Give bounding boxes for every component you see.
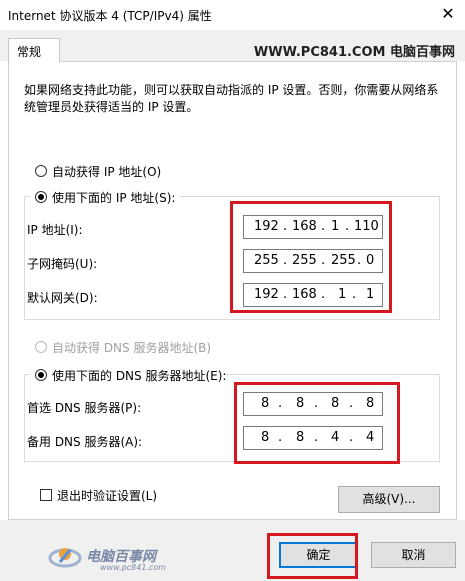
close-icon[interactable]: ✕: [438, 4, 458, 24]
default-gateway-label: 默认网关(D):: [27, 291, 98, 305]
subnet-mask-label: 子网掩码(U):: [27, 257, 98, 271]
auto-ip-label: 自动获得 IP 地址(O): [52, 165, 162, 179]
alternate-dns-label: 备用 DNS 服务器(A):: [27, 435, 143, 449]
auto-dns-radio[interactable]: [35, 341, 47, 353]
window-title: Internet 协议版本 4 (TCP/IPv4) 属性: [8, 9, 212, 23]
watermark-text: WWW.PC841.COM 电脑百事网: [253, 45, 455, 60]
manual-ip-radio[interactable]: [35, 191, 47, 203]
auto-dns-label: 自动获得 DNS 服务器地址(B): [52, 341, 212, 355]
ip-address-label: IP 地址(I):: [27, 223, 83, 237]
tab-general[interactable]: 常规: [8, 38, 60, 62]
manual-ip-label: 使用下面的 IP 地址(S):: [52, 191, 176, 205]
cancel-button[interactable]: 取消: [371, 542, 456, 568]
manual-dns-radio[interactable]: [35, 369, 47, 381]
auto-ip-radio[interactable]: [35, 165, 47, 177]
tab-general-label: 常规: [17, 45, 42, 59]
advanced-button[interactable]: 高级(V)...: [338, 486, 440, 513]
preferred-dns-label: 首选 DNS 服务器(P):: [27, 401, 142, 415]
logo-url: www.pc841.com: [100, 563, 167, 572]
validate-label: 退出时验证设置(L): [57, 489, 158, 503]
dns-highlight-box: [234, 382, 400, 464]
ok-highlight-box: [267, 533, 358, 579]
ip-highlight-box: [230, 201, 392, 313]
validate-checkbox[interactable]: [40, 489, 52, 501]
manual-dns-label: 使用下面的 DNS 服务器地址(E):: [52, 369, 227, 383]
description-text: 如果网络支持此功能，则可以获取自动指派的 IP 设置。否则，你需要从网络系统管理…: [24, 83, 439, 114]
logo-icon: [48, 540, 82, 572]
